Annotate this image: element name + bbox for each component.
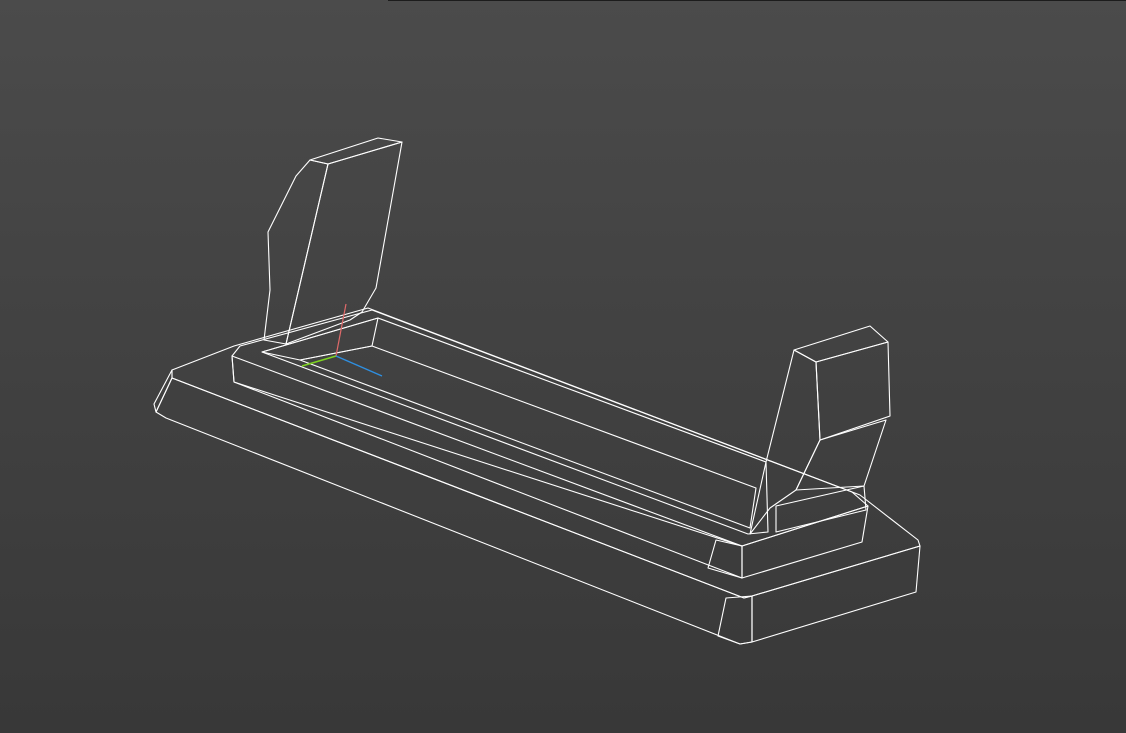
right-post-front-face — [815, 341, 891, 441]
base-top-face — [171, 307, 921, 599]
left-post-side-face — [263, 159, 329, 345]
left-post-top-bevel — [309, 137, 403, 165]
axis-y-line — [301, 355, 337, 367]
3d-viewport[interactable] — [0, 0, 1126, 733]
axis-z-line — [335, 355, 383, 377]
right-post-side-face — [749, 349, 821, 535]
step-corner-bevel — [707, 539, 743, 579]
tray-pocket[interactable] — [261, 317, 769, 535]
right-post-lower-face — [795, 419, 887, 491]
base-plate[interactable] — [153, 307, 921, 645]
base-front-bevel — [153, 369, 173, 413]
base-right-face — [751, 545, 921, 643]
step-top-face — [231, 309, 869, 547]
right-post-top-bevel — [793, 325, 889, 363]
right-upright[interactable] — [749, 325, 891, 535]
pocket-rim — [261, 317, 769, 535]
model-scene[interactable] — [0, 0, 1126, 733]
raised-step[interactable] — [231, 309, 869, 579]
